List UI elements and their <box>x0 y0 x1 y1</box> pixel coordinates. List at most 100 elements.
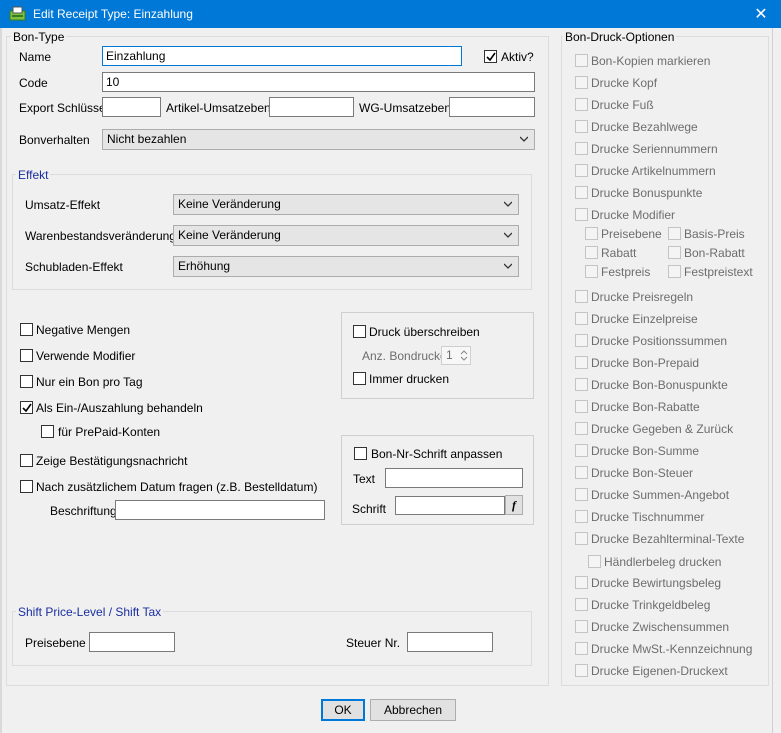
aktiv-checkbox[interactable] <box>484 50 497 63</box>
druck-option-checkbox[interactable] <box>575 334 588 347</box>
spin-arrows-icon[interactable] <box>459 348 469 363</box>
druck-option-checkbox[interactable] <box>575 142 588 155</box>
druck-option-checkbox[interactable] <box>575 378 588 391</box>
steuer-input[interactable] <box>407 632 493 652</box>
bonnr-schrift-checkbox[interactable] <box>354 447 367 460</box>
druck-option-label: Drucke Gegeben & Zurück <box>591 422 734 436</box>
druck-option-label: Drucke Bonuspunkte <box>591 186 703 200</box>
als-ein-auszahlung-checkbox[interactable] <box>20 401 33 414</box>
druck-option-label: Drucke Fuß <box>591 98 654 112</box>
immer-drucken-checkbox[interactable] <box>353 372 366 385</box>
negative-mengen-label: Negative Mengen <box>36 323 131 337</box>
bonnr-text-label: Text <box>353 472 376 486</box>
druck-option-label: Bon-Kopien markieren <box>591 54 711 68</box>
druck-option-checkbox[interactable] <box>575 120 588 133</box>
modifier-sub-option-label: Basis-Preis <box>684 227 745 241</box>
cancel-button[interactable]: Abbrechen <box>370 699 456 721</box>
bonnr-schrift-label: Bon-Nr-Schrift anpassen <box>371 447 503 461</box>
schrift-input[interactable] <box>395 496 505 515</box>
druck-option-checkbox[interactable] <box>575 642 588 655</box>
name-label: Name <box>19 50 52 64</box>
modifier-sub-option-checkbox[interactable] <box>668 227 681 240</box>
druck-option-checkbox[interactable] <box>575 488 588 501</box>
druck-option-checkbox[interactable] <box>575 422 588 435</box>
waren-select[interactable]: Keine Veränderung <box>173 225 519 246</box>
druck-option-checkbox[interactable] <box>575 76 588 89</box>
bonverhalten-select[interactable]: Nicht bezahlen <box>102 129 535 150</box>
modifier-sub-option-checkbox[interactable] <box>668 246 681 259</box>
druck-option-checkbox[interactable] <box>575 466 588 479</box>
druck-option-label: Drucke Positionssummen <box>591 334 728 348</box>
druck-option-label: Drucke Einzelpreise <box>591 312 698 326</box>
verwende-modifier-checkbox[interactable] <box>20 349 33 362</box>
close-icon[interactable]: ✕ <box>741 0 781 28</box>
zusaetzliches-datum-label: Nach zusätzlichem Datum fragen (z.B. Bes… <box>36 480 318 494</box>
preisebene-input[interactable] <box>89 632 175 652</box>
prepaid-label: für PrePaid-Konten <box>58 425 161 439</box>
modifier-sub-option-checkbox[interactable] <box>668 265 681 278</box>
druck-option-checkbox[interactable] <box>575 576 588 589</box>
zusaetzliches-datum-checkbox[interactable] <box>20 480 33 493</box>
modifier-sub-option-checkbox[interactable] <box>585 246 598 259</box>
schub-select[interactable]: Erhöhung <box>173 256 519 277</box>
artikel-input[interactable] <box>269 97 354 117</box>
name-input[interactable]: Einzahlung <box>102 46 462 66</box>
druck-option-label: Drucke Modifier <box>591 208 676 222</box>
druck-option-label: Drucke Bon-Summe <box>591 444 700 458</box>
druck-option-checkbox[interactable] <box>575 532 588 545</box>
druck-option-checkbox[interactable] <box>575 164 588 177</box>
check-icon <box>486 52 496 62</box>
export-input[interactable] <box>102 97 161 117</box>
font-picker-button[interactable]: f <box>505 495 523 515</box>
druck-option-checkbox[interactable] <box>575 400 588 413</box>
nur-ein-bon-checkbox[interactable] <box>20 375 33 388</box>
code-label: Code <box>19 76 48 90</box>
prepaid-checkbox[interactable] <box>41 425 54 438</box>
beschriftung-input[interactable] <box>115 500 325 520</box>
druck-option-checkbox[interactable] <box>575 54 588 67</box>
modifier-sub-option-checkbox[interactable] <box>585 227 598 240</box>
modifier-sub-option-checkbox[interactable] <box>585 265 598 278</box>
druck-option-checkbox[interactable] <box>575 312 588 325</box>
window-title: Edit Receipt Type: Einzahlung <box>33 7 193 21</box>
druck-option-label: Drucke Bon-Rabatte <box>591 400 700 414</box>
code-input[interactable]: 10 <box>102 72 535 92</box>
shift-legend: Shift Price-Level / Shift Tax <box>16 605 164 619</box>
druck-option-checkbox[interactable] <box>575 98 588 111</box>
haendlerbeleg-checkbox[interactable] <box>588 555 601 568</box>
druck-option-checkbox[interactable] <box>575 356 588 369</box>
druck-optionen-legend: Bon-Druck-Optionen <box>563 30 677 44</box>
zeige-bestaetigung-checkbox[interactable] <box>20 454 33 467</box>
negative-mengen-checkbox[interactable] <box>20 323 33 336</box>
right-border <box>772 28 781 733</box>
druck-option-checkbox[interactable] <box>575 186 588 199</box>
bonverhalten-label: Bonverhalten <box>19 133 90 147</box>
druck-option-label: Drucke Bezahlterminal-Texte <box>591 532 745 546</box>
druck-option-checkbox[interactable] <box>575 620 588 633</box>
haendlerbeleg-label: Händlerbeleg drucken <box>604 555 722 569</box>
druck-option-checkbox[interactable] <box>575 290 588 303</box>
wg-input[interactable] <box>449 97 535 117</box>
modifier-sub-option-label: Preisebene <box>601 227 662 241</box>
export-label: Export Schlüssel <box>19 101 109 115</box>
bonnr-text-input[interactable] <box>385 468 523 488</box>
druck-option-label: Drucke MwSt.-Kennzeichnung <box>591 642 753 656</box>
druck-option-label: Drucke Artikelnummern <box>591 164 716 178</box>
druck-option-label: Drucke Bon-Bonuspunkte <box>591 378 728 392</box>
druck-ueberschreiben-checkbox[interactable] <box>353 325 366 338</box>
druck-option-checkbox[interactable] <box>575 208 588 221</box>
umsatz-select[interactable]: Keine Veränderung <box>173 194 519 215</box>
ok-button[interactable]: OK <box>321 699 365 721</box>
druck-option-label: Drucke Trinkgeldbeleg <box>591 598 711 612</box>
druck-option-label: Drucke Tischnummer <box>591 510 705 524</box>
druck-option-checkbox[interactable] <box>575 598 588 611</box>
modifier-sub-option-label: Festpreistext <box>684 265 753 279</box>
druck-option-checkbox[interactable] <box>575 664 588 677</box>
nur-ein-bon-label: Nur ein Bon pro Tag <box>36 375 143 389</box>
druck-option-checkbox[interactable] <box>575 444 588 457</box>
effekt-legend: Effekt <box>16 168 51 182</box>
druck-option-checkbox[interactable] <box>575 510 588 523</box>
druck-option-label: Drucke Seriennummern <box>591 142 718 156</box>
beschriftung-label: Beschriftung <box>50 504 117 518</box>
anz-bondrucke-stepper[interactable]: 1 <box>441 346 471 365</box>
